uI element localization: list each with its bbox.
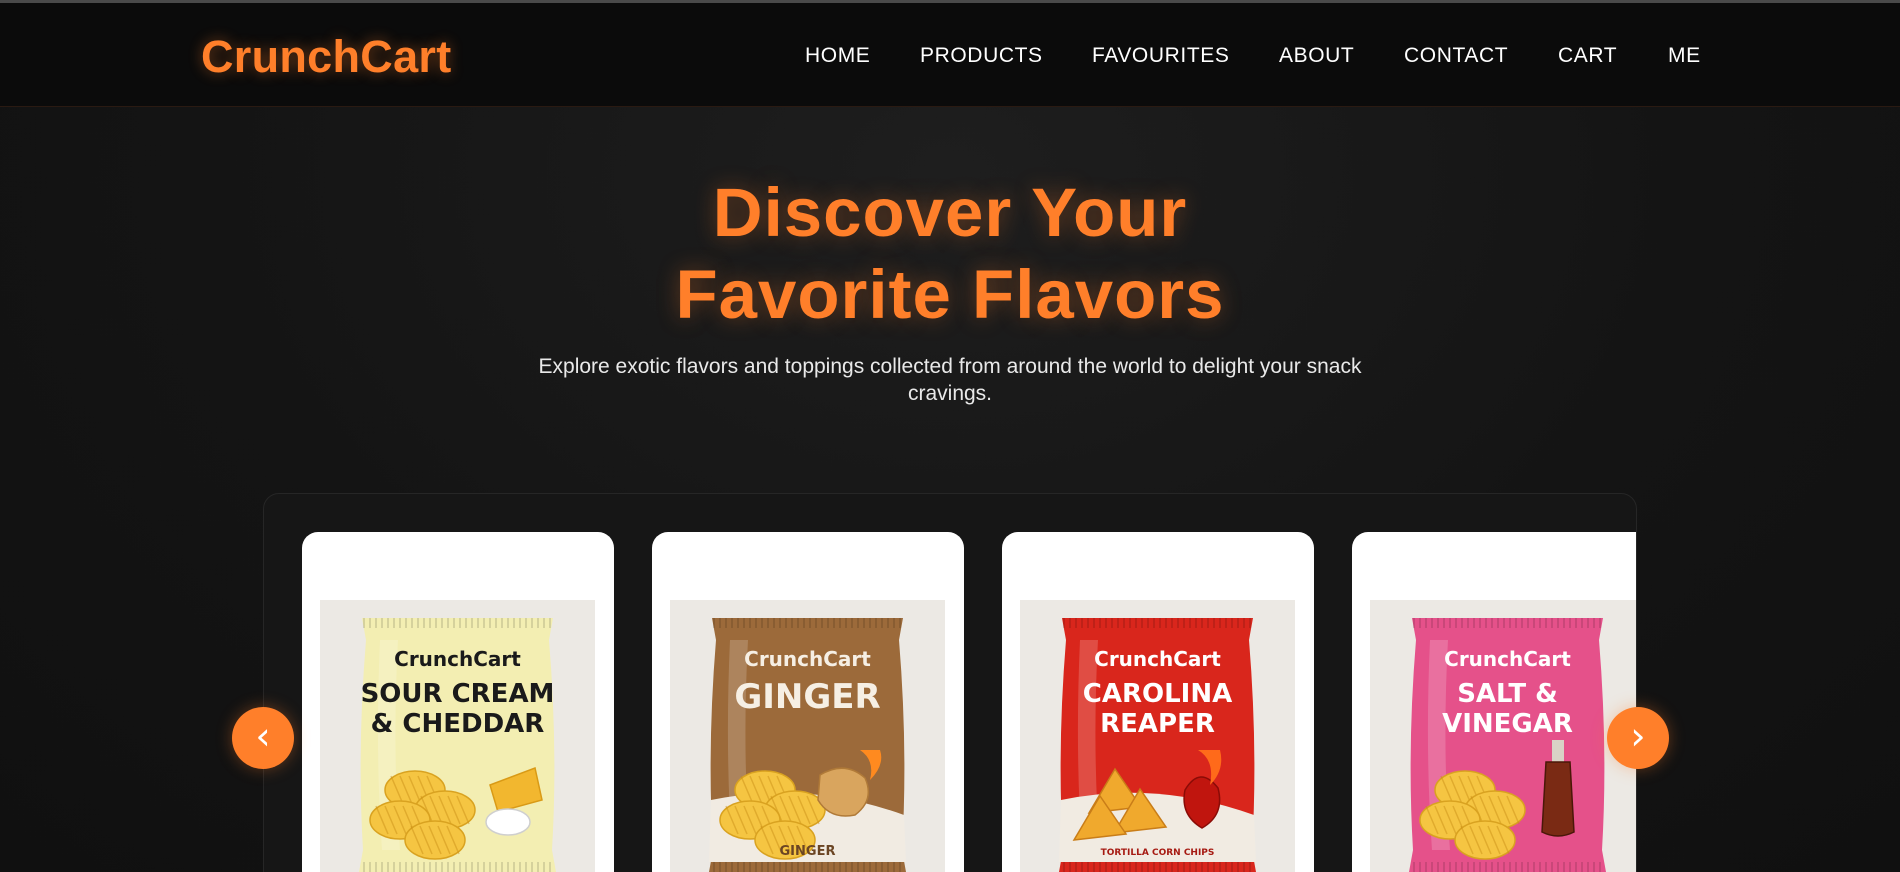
product-card[interactable]: CrunchCart SALT & VINEGAR (1352, 532, 1636, 872)
nav-item-home[interactable]: HOME (805, 44, 870, 68)
carousel-prev-button[interactable]: ‹ (232, 707, 294, 769)
product-image: CrunchCart GINGER GINGER (670, 600, 945, 872)
bag-flavor-line1: SALT & (1457, 679, 1558, 709)
hero-title-line2: Favorite Flavors (675, 256, 1225, 333)
chip-bag-illustration: CrunchCart GINGER GINGER (709, 618, 906, 872)
chip-bag-illustration: CrunchCart SOUR CREAM& CHEDDAR (359, 618, 556, 872)
product-image: CrunchCart SALT & VINEGAR (1370, 600, 1636, 872)
chip-bag-illustration: CrunchCart SALT &VINEGAR (1409, 618, 1606, 872)
nav-item-contact[interactable]: CONTACT (1404, 44, 1508, 68)
bag-brand-text: CrunchCart (1444, 647, 1571, 671)
bag-brand-text: CrunchCart (1094, 647, 1221, 671)
bag-brand-text: CrunchCart (394, 647, 521, 671)
chip-bag-illustration: CrunchCart CAROLINAREAPER TORTILLA CORN CH… (1059, 618, 1256, 872)
nav-item-favourites[interactable]: FAVOURITES (1092, 44, 1229, 68)
bag-tagline: TORTILLA CORN CHIPS (1101, 848, 1215, 858)
bag-flavor-line2: & CHEDDAR (371, 709, 545, 739)
product-card[interactable]: CrunchCart CAROLINA REAPER TORTILLA CORN CH… (1002, 532, 1314, 872)
hero-title: Discover Your Favorite Flavors (0, 172, 1900, 336)
bag-flavor-line2: VINEGAR (1442, 709, 1573, 739)
chevron-left-icon: ‹ (255, 714, 271, 758)
bag-flavor-line1: CAROLINA (1083, 679, 1232, 709)
nav-item-me[interactable]: ME (1668, 44, 1701, 68)
product-card[interactable]: CrunchCart SOUR CREAM & CHEDDAR (302, 532, 614, 872)
bag-brand-text: CrunchCart (744, 647, 871, 671)
product-carousel: CrunchCart SOUR CREAM & CHEDDAR CrunchCart… (263, 493, 1637, 872)
bag-tagline: GINGER (780, 844, 836, 859)
carousel-next-button[interactable]: › (1607, 707, 1669, 769)
product-image: CrunchCart SOUR CREAM & CHEDDAR (320, 600, 595, 872)
bag-flavor-line1: SOUR CREAM (361, 679, 555, 709)
chevron-right-icon: › (1630, 714, 1646, 758)
hero-title-line1: Discover Your (712, 174, 1188, 251)
nav-item-about[interactable]: ABOUT (1279, 44, 1354, 68)
nav-menu: HOME PRODUCTS FAVOURITES ABOUT CONTACT C… (0, 44, 1900, 70)
bag-flavor-line2: REAPER (1100, 709, 1215, 739)
bag-flavor-line1: GINGER (734, 677, 880, 717)
product-image: CrunchCart CAROLINA REAPER TORTILLA CORN CH… (1020, 600, 1295, 872)
product-card[interactable]: CrunchCart GINGER GINGER (652, 532, 964, 872)
nav-item-products[interactable]: PRODUCTS (920, 44, 1043, 68)
nav-item-cart[interactable]: CART (1558, 44, 1617, 68)
hero-subtitle: Explore exotic flavors and toppings coll… (538, 355, 1362, 405)
navbar: CrunchCart HOME PRODUCTS FAVOURITES ABOU… (0, 3, 1900, 107)
